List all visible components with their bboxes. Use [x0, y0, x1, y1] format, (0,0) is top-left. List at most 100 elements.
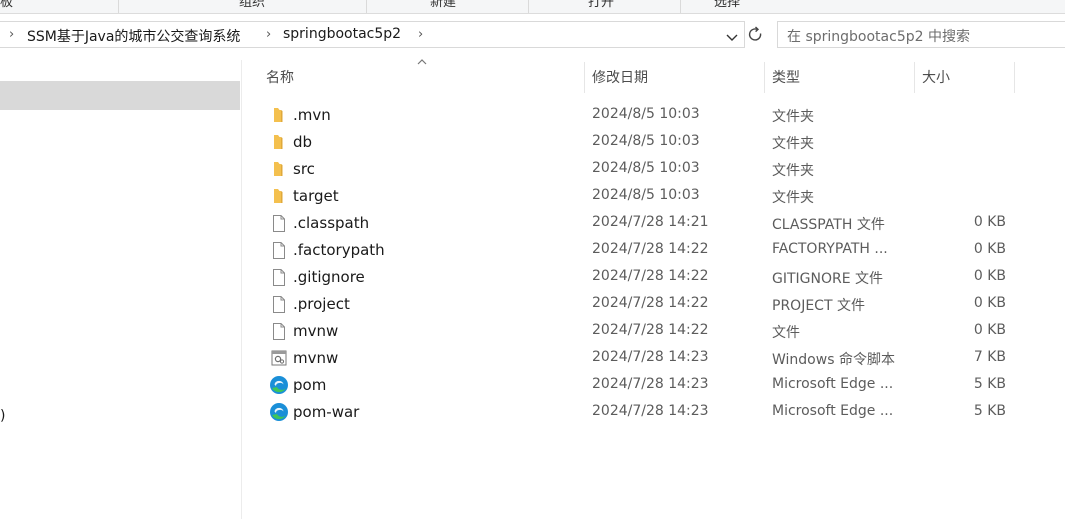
- file-size: 5 KB: [973, 376, 1006, 392]
- refresh-button[interactable]: [745, 21, 767, 48]
- file-size: 7 KB: [973, 349, 1006, 365]
- file-name: .classpath: [293, 214, 370, 232]
- column-header-type[interactable]: 类型: [764, 60, 914, 93]
- file-size: 5 KB: [973, 403, 1006, 419]
- ribbon-separator: [118, 0, 119, 13]
- file-name: src: [293, 160, 315, 178]
- file-type: Microsoft Edge ...: [772, 403, 894, 419]
- file-date: 2024/7/28 14:22: [592, 295, 709, 311]
- folder-icon: [274, 189, 283, 203]
- file-row[interactable]: src 2024/8/5 10:03 文件夹: [258, 156, 1018, 183]
- ribbon-group-select[interactable]: 选择: [714, 0, 740, 10]
- file-name: .project: [293, 295, 350, 313]
- file-date: 2024/7/28 14:22: [592, 241, 709, 257]
- file-row[interactable]: target 2024/8/5 10:03 文件夹: [258, 183, 1018, 210]
- file-name: .factorypath: [293, 241, 385, 259]
- file-row[interactable]: pom-war 2024/7/28 14:23 Microsoft Edge .…: [258, 399, 1018, 426]
- refresh-icon: [748, 26, 762, 41]
- file-date: 2024/7/28 14:21: [592, 214, 709, 230]
- breadcrumb-chevron-icon[interactable]: ›: [9, 27, 14, 42]
- file-size: 0 KB: [973, 241, 1006, 257]
- file-row[interactable]: mvnw 2024/7/28 14:22 文件 0 KB: [258, 318, 1018, 345]
- column-header-date-label: 修改日期: [592, 70, 648, 86]
- file-date: 2024/7/28 14:23: [592, 376, 709, 392]
- file-type: CLASSPATH 文件: [772, 217, 885, 233]
- file-icon: [273, 296, 285, 313]
- file-type: GITIGNORE 文件: [772, 271, 884, 287]
- file-type: PROJECT 文件: [772, 298, 865, 314]
- chevron-down-icon[interactable]: [725, 30, 739, 44]
- script-icon: [271, 350, 287, 366]
- breadcrumb-item[interactable]: springbootac5p2: [283, 26, 401, 42]
- folder-icon: [274, 135, 283, 149]
- address-bar[interactable]: › SSM基于Java的城市公交查询系统 › springbootac5p2 ›: [0, 21, 745, 48]
- file-date: 2024/8/5 10:03: [592, 187, 700, 203]
- file-row[interactable]: pom 2024/7/28 14:23 Microsoft Edge ... 5…: [258, 372, 1018, 399]
- file-date: 2024/8/5 10:03: [592, 160, 700, 176]
- file-date: 2024/7/28 14:23: [592, 349, 709, 365]
- file-date: 2024/8/5 10:03: [592, 133, 700, 149]
- file-row[interactable]: .gitignore 2024/7/28 14:22 GITIGNORE 文件 …: [258, 264, 1018, 291]
- file-type: 文件夹: [772, 163, 814, 179]
- ribbon-separator: [528, 0, 529, 13]
- address-row: › SSM基于Java的城市公交查询系统 › springbootac5p2 ›…: [0, 14, 1065, 58]
- file-name: mvnw: [293, 322, 339, 340]
- file-row[interactable]: mvnw 2024/7/28 14:23 Windows 命令脚本 7 KB: [258, 345, 1018, 372]
- file-date: 2024/7/28 14:22: [592, 268, 709, 284]
- ribbon-separator: [680, 0, 681, 13]
- file-type: FACTORYPATH ...: [772, 241, 888, 257]
- file-row[interactable]: db 2024/8/5 10:03 文件夹: [258, 129, 1018, 156]
- file-icon: [273, 215, 285, 232]
- breadcrumb-item[interactable]: SSM基于Java的城市公交查询系统: [27, 26, 240, 46]
- file-name: .mvn: [293, 106, 331, 124]
- nav-item-selected[interactable]: [0, 81, 240, 110]
- ribbon-group-new[interactable]: 新建: [430, 0, 456, 10]
- ribbon-group-open[interactable]: 打开: [588, 0, 614, 10]
- file-type: 文件: [772, 325, 800, 341]
- file-type: 文件夹: [772, 136, 814, 152]
- nav-item-label[interactable]: ): [0, 408, 5, 424]
- file-type: Microsoft Edge ...: [772, 376, 894, 392]
- ribbon-separator: [366, 0, 367, 13]
- column-header-date[interactable]: 修改日期: [584, 60, 764, 93]
- column-header-type-label: 类型: [772, 70, 800, 86]
- edge-icon: [270, 403, 288, 421]
- file-name: .gitignore: [293, 268, 365, 286]
- column-header-size[interactable]: 大小: [914, 60, 1014, 93]
- column-header-size-label: 大小: [922, 70, 950, 86]
- file-icon: [273, 269, 285, 286]
- file-type: 文件夹: [772, 190, 814, 206]
- file-icon: [273, 323, 285, 340]
- file-row[interactable]: .project 2024/7/28 14:22 PROJECT 文件 0 KB: [258, 291, 1018, 318]
- edge-icon: [270, 376, 288, 394]
- file-name: mvnw: [293, 349, 339, 367]
- file-size: 0 KB: [973, 214, 1006, 230]
- file-name: pom-war: [293, 403, 360, 421]
- search-placeholder: 在 springbootac5p2 中搜索: [787, 29, 970, 45]
- file-row[interactable]: .classpath 2024/7/28 14:21 CLASSPATH 文件 …: [258, 210, 1018, 237]
- file-name: db: [293, 133, 313, 151]
- file-size: 0 KB: [973, 295, 1006, 311]
- navigation-pane: ): [0, 60, 242, 519]
- file-date: 2024/7/28 14:23: [592, 403, 709, 419]
- search-input[interactable]: 在 springbootac5p2 中搜索: [777, 21, 1065, 48]
- column-header-name[interactable]: 名称: [258, 60, 584, 93]
- column-divider[interactable]: [1014, 62, 1015, 93]
- ribbon-group-clipboard[interactable]: 板: [0, 0, 13, 10]
- file-row[interactable]: .mvn 2024/8/5 10:03 文件夹: [258, 102, 1018, 129]
- breadcrumb-chevron-icon[interactable]: ›: [418, 27, 423, 42]
- file-date: 2024/8/5 10:03: [592, 106, 700, 122]
- file-name: pom: [293, 376, 327, 394]
- file-type: 文件夹: [772, 109, 814, 125]
- folder-icon: [274, 162, 283, 176]
- column-header-name-label: 名称: [266, 70, 294, 86]
- file-icon: [273, 242, 285, 259]
- file-name: target: [293, 187, 339, 205]
- file-row[interactable]: .factorypath 2024/7/28 14:22 FACTORYPATH…: [258, 237, 1018, 264]
- ribbon-group-organize[interactable]: 组织: [239, 0, 265, 10]
- file-type: Windows 命令脚本: [772, 352, 895, 368]
- file-size: 0 KB: [973, 268, 1006, 284]
- folder-icon: [274, 108, 283, 122]
- breadcrumb-chevron-icon[interactable]: ›: [266, 27, 271, 42]
- file-date: 2024/7/28 14:22: [592, 322, 709, 338]
